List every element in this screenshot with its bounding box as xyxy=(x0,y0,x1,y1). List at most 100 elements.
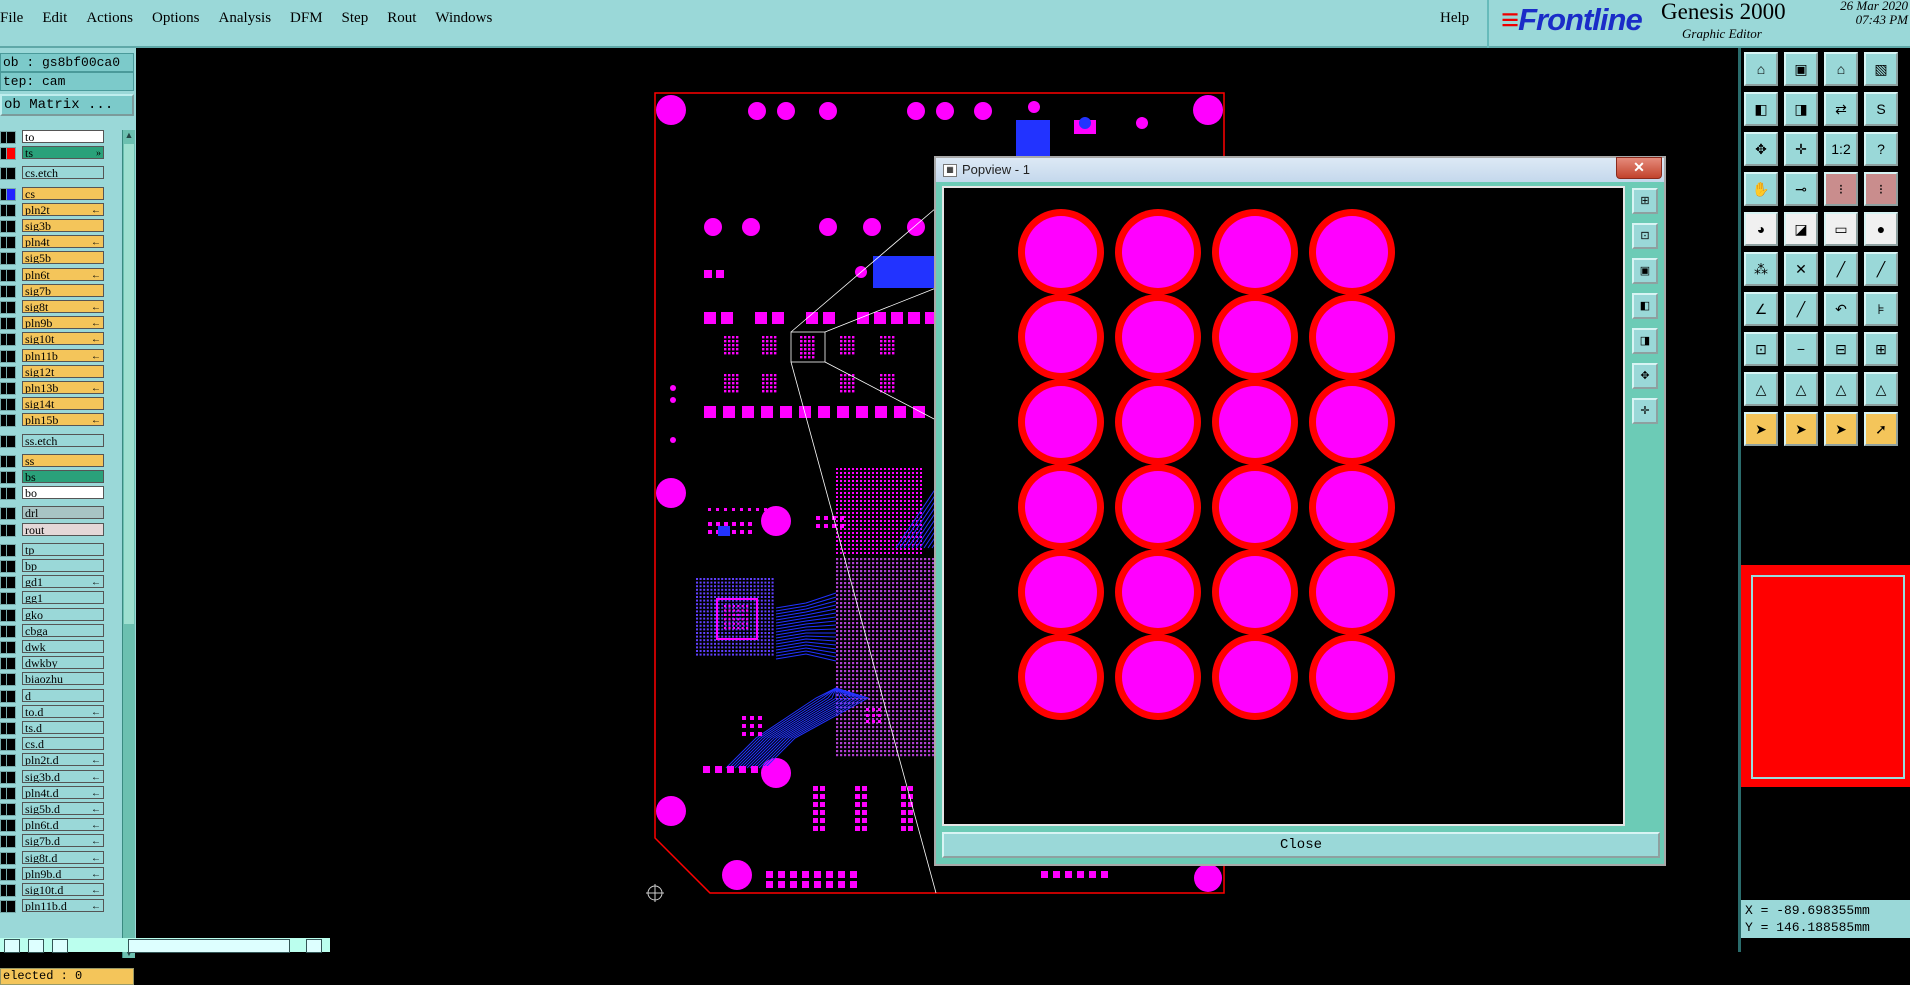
help-icon[interactable]: ? xyxy=(1864,132,1898,166)
layer-row[interactable]: sig3b.d ← xyxy=(0,769,108,784)
layer-name[interactable]: gd1 ← xyxy=(22,575,104,589)
layer-name[interactable]: pln13b ← xyxy=(22,381,104,394)
layer-name[interactable]: bo xyxy=(22,486,104,500)
layer-row[interactable]: pln11b.d ← xyxy=(0,899,108,914)
square-icon[interactable]: ⊞ xyxy=(1864,332,1898,366)
layer-name[interactable]: gko xyxy=(22,607,104,621)
layer-color-swatch[interactable] xyxy=(6,851,16,865)
layer-row[interactable]: d xyxy=(0,688,108,703)
layer-color-swatch[interactable] xyxy=(6,333,16,347)
layer-row[interactable]: ts.d xyxy=(0,721,108,735)
layer-color-swatch[interactable] xyxy=(6,454,16,468)
layer-row[interactable]: bp xyxy=(0,559,108,573)
scroll-up-icon[interactable]: ▲ xyxy=(123,130,135,140)
angle-icon[interactable]: ∠ xyxy=(1744,292,1778,326)
pad[interactable] xyxy=(1122,216,1194,288)
layer-name[interactable]: sig10t.d ← xyxy=(22,883,104,896)
scroll-thumb[interactable] xyxy=(124,144,134,624)
layer-row[interactable]: pln2t ← xyxy=(0,202,108,217)
zoom-home-icon[interactable]: ⊡ xyxy=(1632,223,1658,249)
layer-row[interactable]: cs xyxy=(0,186,108,201)
layer-color-swatch[interactable] xyxy=(6,576,16,590)
layer-row[interactable]: drl xyxy=(0,506,108,521)
scale-icon[interactable]: 1:2 xyxy=(1824,132,1858,166)
layer-name[interactable]: pln15b ← xyxy=(22,413,104,427)
layer-color-swatch[interactable] xyxy=(6,220,16,233)
pointer2-icon[interactable]: ➤ xyxy=(1784,412,1818,446)
pad[interactable] xyxy=(1316,386,1388,458)
flip-icon[interactable]: ⇄ xyxy=(1824,92,1858,126)
circle-icon[interactable]: ● xyxy=(1864,212,1898,246)
layer-name[interactable]: bs xyxy=(22,470,104,483)
hand-icon[interactable]: ✋ xyxy=(1744,172,1778,206)
pad[interactable] xyxy=(1122,301,1194,373)
menu-options[interactable]: Options xyxy=(152,10,200,27)
pad[interactable] xyxy=(1025,471,1097,543)
layer-color-swatch[interactable] xyxy=(6,803,16,816)
layer-name[interactable]: cbga xyxy=(22,623,104,637)
layer-name[interactable]: pln4t.d ← xyxy=(22,785,104,799)
menu-windows[interactable]: Windows xyxy=(435,10,492,27)
layer-name[interactable]: to.d ← xyxy=(22,704,104,718)
layer-name[interactable]: drl xyxy=(22,506,104,520)
layer-name[interactable]: sig3b.d ← xyxy=(22,769,104,783)
triangle-icon[interactable]: △ xyxy=(1744,372,1778,406)
layer-row[interactable]: cs.etch xyxy=(0,166,108,181)
layer-color-swatch[interactable] xyxy=(6,317,16,331)
layer-name[interactable]: pln9b ← xyxy=(22,316,104,330)
layer-row[interactable]: sig8t.d ← xyxy=(0,850,108,865)
layer-name[interactable]: tp xyxy=(22,542,104,556)
layer-color-swatch[interactable] xyxy=(6,641,16,654)
layer-row[interactable]: sig5b xyxy=(0,251,108,266)
layer-row[interactable]: dwk xyxy=(0,640,108,654)
pad[interactable] xyxy=(1025,556,1097,628)
probe-icon[interactable]: ⊸ xyxy=(1784,172,1818,206)
layer-name[interactable]: pln2t.d ← xyxy=(22,753,104,767)
pointer3-icon[interactable]: ➤ xyxy=(1824,412,1858,446)
layer-row[interactable]: sig10t.d ← xyxy=(0,883,108,897)
pad[interactable] xyxy=(1122,386,1194,458)
layer-row[interactable]: pln4t ← xyxy=(0,235,108,250)
layer-row[interactable]: sig3b xyxy=(0,219,108,233)
layer-row[interactable]: tp xyxy=(0,542,108,557)
layer-color-swatch[interactable] xyxy=(6,398,16,412)
layer-row[interactable]: ss.etch xyxy=(0,433,108,448)
pointer4-icon[interactable]: ➚ xyxy=(1864,412,1898,446)
layer-row[interactable]: ss xyxy=(0,453,108,468)
layer-row[interactable]: sig8t ← xyxy=(0,300,108,314)
layer-row[interactable]: pln2t.d ← xyxy=(0,753,108,768)
layer-name[interactable]: sig7b.d ← xyxy=(22,834,104,848)
layer-color-swatch[interactable] xyxy=(6,786,16,800)
pad[interactable] xyxy=(1219,301,1291,373)
slash-icon[interactable]: ╱ xyxy=(1784,292,1818,326)
layer-name[interactable]: pln2t ← xyxy=(22,202,104,216)
layer-color-swatch[interactable] xyxy=(6,252,16,266)
layer-color-swatch[interactable] xyxy=(6,434,16,448)
layer-row[interactable]: cbga xyxy=(0,623,108,638)
layer-row[interactable]: cs.d xyxy=(0,737,108,752)
layer-color-swatch[interactable] xyxy=(6,673,16,687)
pad[interactable] xyxy=(1316,556,1388,628)
layer-name[interactable]: pln6t.d ← xyxy=(22,818,104,832)
window-icon[interactable]: ▧ xyxy=(1864,52,1898,86)
popview-drawing[interactable] xyxy=(944,188,1623,824)
rotate-icon[interactable]: ◪ xyxy=(1784,212,1818,246)
layer-color-swatch[interactable] xyxy=(6,365,16,379)
pad[interactable] xyxy=(1025,216,1097,288)
layer-color-swatch[interactable] xyxy=(6,900,16,914)
layer-row[interactable]: biaozhu xyxy=(0,672,108,687)
pad[interactable] xyxy=(1219,216,1291,288)
fit-icon[interactable]: ✥ xyxy=(1632,363,1658,389)
layer-color-swatch[interactable] xyxy=(6,471,16,484)
layer-color-swatch[interactable] xyxy=(6,608,16,622)
layer-row[interactable]: sig14t xyxy=(0,397,108,412)
layer-row[interactable]: to.d ← xyxy=(0,704,108,719)
pad[interactable] xyxy=(1316,216,1388,288)
layer-name[interactable]: pln11b ← xyxy=(22,348,104,362)
menu-dfm[interactable]: DFM xyxy=(290,10,323,27)
cross-icon[interactable]: ✕ xyxy=(1784,252,1818,286)
layer-color-swatch[interactable] xyxy=(6,187,16,201)
layer-color-swatch[interactable] xyxy=(6,819,16,833)
status-box-icon[interactable] xyxy=(28,939,44,953)
layer-scrollbar[interactable]: ▲ ▼ xyxy=(122,130,135,958)
